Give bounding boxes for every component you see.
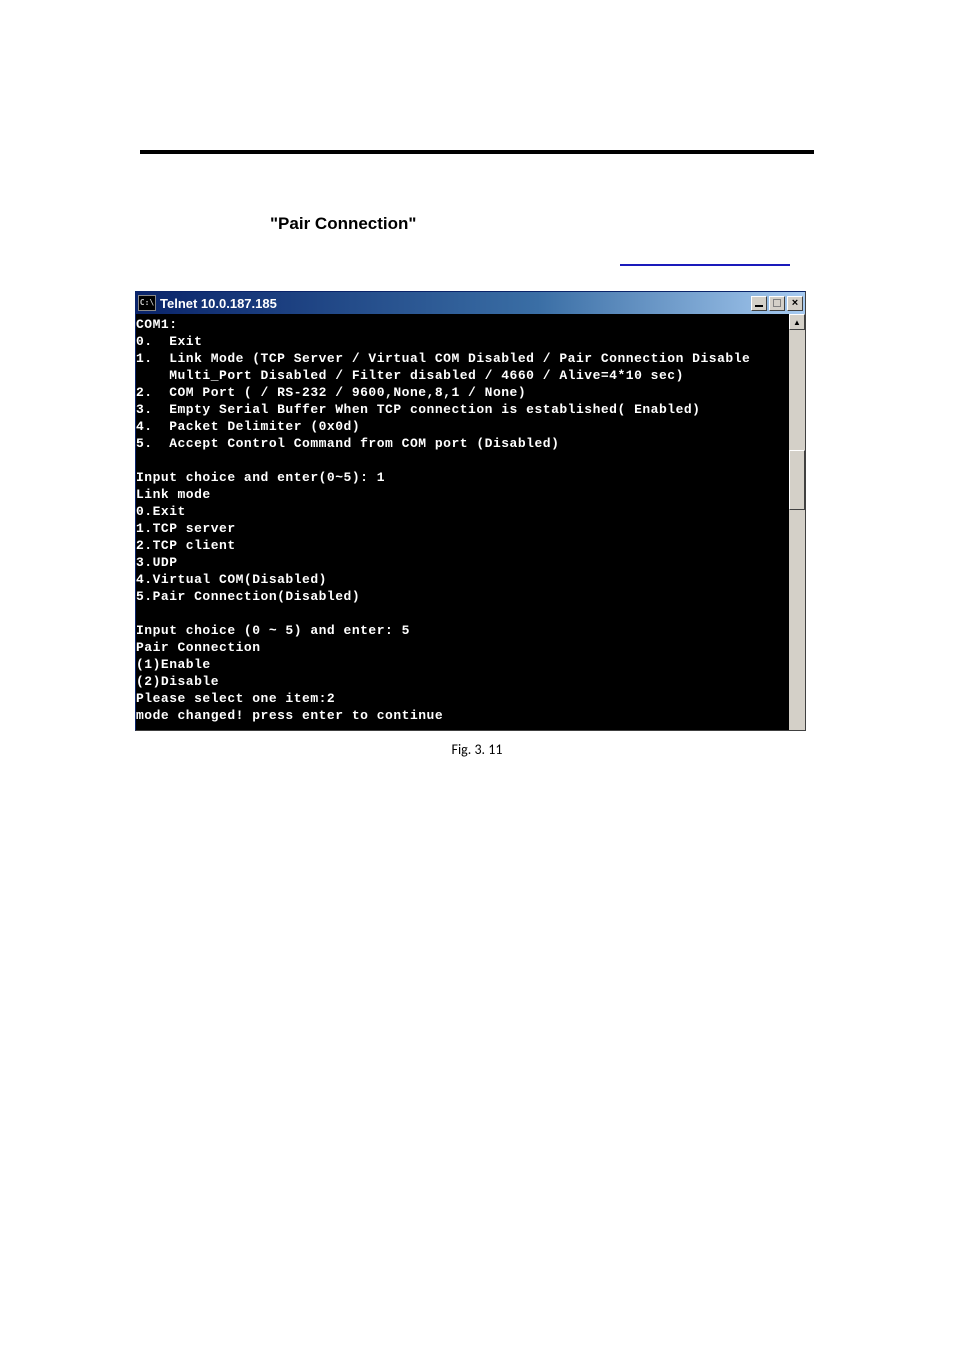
scroll-thumb[interactable]	[789, 450, 805, 510]
underline-accent	[620, 264, 790, 266]
cmd-icon: C:\	[138, 295, 156, 311]
section-rule	[140, 150, 814, 154]
window-titlebar[interactable]: C:\ Telnet 10.0.187.185 ×	[136, 292, 805, 314]
scroll-track[interactable]	[789, 330, 805, 730]
close-button[interactable]: ×	[787, 296, 803, 311]
figure-caption: Fig. 3. 11	[140, 741, 814, 758]
minimize-button[interactable]	[751, 296, 767, 311]
scroll-up-button[interactable]: ▲	[789, 314, 805, 330]
maximize-button[interactable]	[769, 296, 785, 311]
scrollbar[interactable]: ▲	[789, 314, 805, 730]
maximize-icon	[773, 299, 781, 307]
window-title: Telnet 10.0.187.185	[160, 296, 749, 311]
page-heading: "Pair Connection"	[270, 214, 814, 234]
console-body: COM1: 0. Exit 1. Link Mode (TCP Server /…	[136, 314, 805, 730]
console-window: C:\ Telnet 10.0.187.185 × COM1: 0. Exit …	[135, 291, 806, 731]
minimize-icon	[755, 305, 763, 307]
terminal-output[interactable]: COM1: 0. Exit 1. Link Mode (TCP Server /…	[136, 314, 789, 730]
